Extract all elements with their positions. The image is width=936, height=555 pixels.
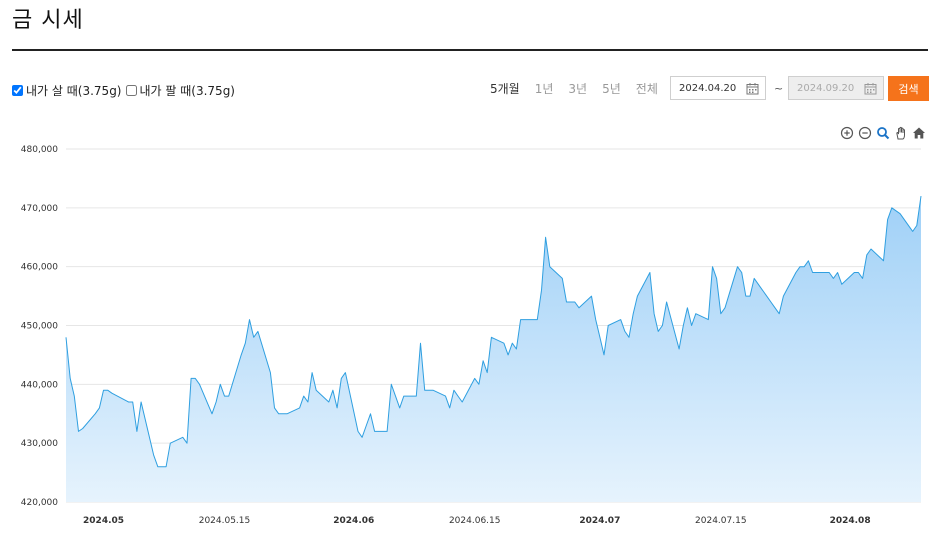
buy-price-checkbox[interactable]: [12, 84, 23, 96]
gold-price-chart: 420,000 430,000 440,000 450,000 460,000 470,0…: [21, 145, 922, 526]
sell-price-checkbox[interactable]: [125, 84, 137, 96]
period-tab-all[interactable]: 전체: [636, 80, 658, 97]
x-tick-label: 2024.06: [333, 516, 374, 526]
date-separator: ~: [774, 82, 784, 95]
end-date-input[interactable]: 2024.09.20: [788, 76, 884, 100]
x-tick-label: 2024.07.15: [695, 516, 747, 526]
x-tick-label: 2024.05: [83, 516, 124, 526]
x-axis-labels: 2024.05 2024.05.15 2024.06 2024.06.15 2024.0…: [83, 516, 871, 526]
y-tick-label: 460,000: [21, 263, 58, 273]
x-tick-label: 2024.08: [830, 516, 871, 526]
buy-price-option[interactable]: 내가 살 때(3.75g): [12, 82, 122, 99]
start-date-input[interactable]: 2024.04.20: [670, 76, 766, 100]
x-tick-label: 2024.07: [579, 516, 620, 526]
sell-price-label: 내가 팔 때(3.75g): [139, 83, 236, 98]
period-tab-1y[interactable]: 1년: [535, 80, 554, 97]
start-date-value: 2024.04.20: [679, 82, 737, 94]
end-date-value: 2024.09.20: [797, 82, 855, 94]
x-tick-label: 2024.06.15: [449, 516, 501, 526]
y-tick-label: 420,000: [21, 498, 58, 508]
period-tab-5m[interactable]: 5개월: [490, 80, 520, 97]
y-tick-label: 450,000: [21, 322, 58, 332]
y-tick-label: 470,000: [21, 204, 58, 214]
search-button[interactable]: 검색: [888, 76, 929, 101]
period-tabs: 5개월 1년 3년 5년 전체: [490, 80, 673, 97]
y-tick-label: 440,000: [21, 380, 58, 390]
price-area: [66, 196, 921, 502]
y-tick-label: 480,000: [21, 145, 58, 155]
page-title: 금 시세: [12, 8, 84, 33]
price-type-filters: 내가 살 때(3.75g) 내가 팔 때(3.75g): [12, 81, 239, 99]
x-tick-label: 2024.05.15: [199, 516, 251, 526]
y-axis-labels: 420,000 430,000 440,000 450,000 460,000 470,0…: [21, 145, 58, 508]
period-tab-3y[interactable]: 3년: [568, 80, 587, 97]
calendar-icon[interactable]: [746, 82, 759, 95]
y-tick-label: 430,000: [21, 439, 58, 449]
period-tab-5y[interactable]: 5년: [602, 80, 621, 97]
title-divider: [12, 49, 928, 51]
buy-price-label: 내가 살 때(3.75g): [26, 83, 122, 98]
sell-price-option[interactable]: 내가 팔 때(3.75g): [125, 82, 236, 99]
calendar-icon[interactable]: [864, 82, 877, 95]
